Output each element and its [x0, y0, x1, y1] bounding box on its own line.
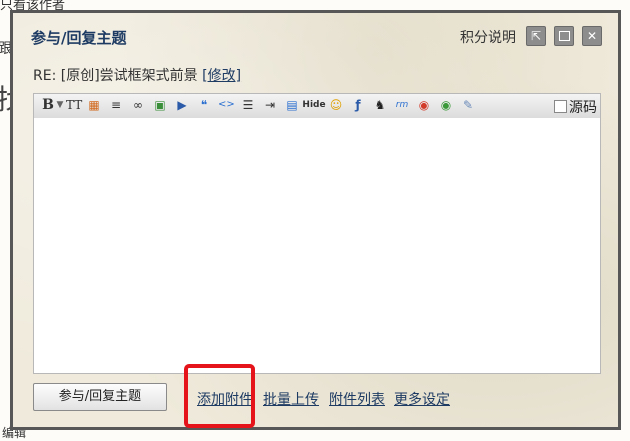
message-editor[interactable]: [33, 118, 601, 374]
attachment-list-link[interactable]: 附件列表: [329, 389, 385, 409]
wmv-button[interactable]: ◉: [416, 97, 432, 113]
media-button[interactable]: ▶: [174, 97, 190, 113]
tools-button[interactable]: ✎: [460, 97, 476, 113]
rm-button[interactable]: rm: [394, 97, 410, 113]
link-button[interactable]: ∞: [130, 97, 146, 113]
ordered-list-button[interactable]: ☰: [240, 97, 256, 113]
text-color-button[interactable]: ▦: [86, 97, 102, 113]
indent-button[interactable]: ⇥: [262, 97, 278, 113]
source-checkbox[interactable]: [554, 100, 567, 113]
source-toggle[interactable]: 源码: [554, 97, 597, 117]
dialog-title: 参与/回复主题: [31, 29, 127, 47]
close-icon[interactable]: ✕: [582, 26, 602, 46]
wma-button[interactable]: ◉: [438, 97, 454, 113]
flash-button[interactable]: ƒ: [350, 97, 366, 113]
reply-subject: RE: [原创]尝试框架式前景 [修改]: [33, 65, 241, 85]
subject-text: RE: [原创]尝试框架式前景: [33, 68, 198, 84]
table-button[interactable]: ▤: [284, 97, 300, 113]
more-settings-link[interactable]: 更多设定: [394, 389, 450, 409]
quote-button[interactable]: ❝: [196, 97, 212, 113]
subject-edit-link[interactable]: [修改]: [202, 68, 241, 84]
points-help-link[interactable]: 积分说明: [460, 27, 516, 47]
smiley-button[interactable]: ☺: [328, 97, 344, 113]
align-button[interactable]: ≡: [108, 97, 124, 113]
hide-button[interactable]: Hide: [302, 97, 326, 113]
batch-upload-link[interactable]: 批量上传: [263, 389, 319, 409]
font-size-button[interactable]: TT: [66, 97, 82, 113]
popout-icon[interactable]: ⇱: [526, 26, 546, 46]
image-button[interactable]: ▣: [152, 97, 168, 113]
editor-toolbar: B ▼ TT ▦ ≡ ∞ ▣ ▶ ❝ <> ☰ ⇥ ▤ Hide ☺ ƒ ♞ r…: [33, 93, 601, 119]
qq-button[interactable]: ♞: [372, 97, 388, 113]
source-label: 源码: [569, 100, 597, 116]
reply-dialog: 参与/回复主题 积分说明 ⇱ ✕ RE: [原创]尝试框架式前景 [修改] B …: [10, 10, 621, 430]
maximize-icon[interactable]: [554, 26, 574, 46]
submit-reply-button[interactable]: 参与/回复主题: [33, 383, 167, 411]
highlight-annotation-box: [184, 364, 255, 428]
code-button[interactable]: <>: [218, 97, 235, 113]
